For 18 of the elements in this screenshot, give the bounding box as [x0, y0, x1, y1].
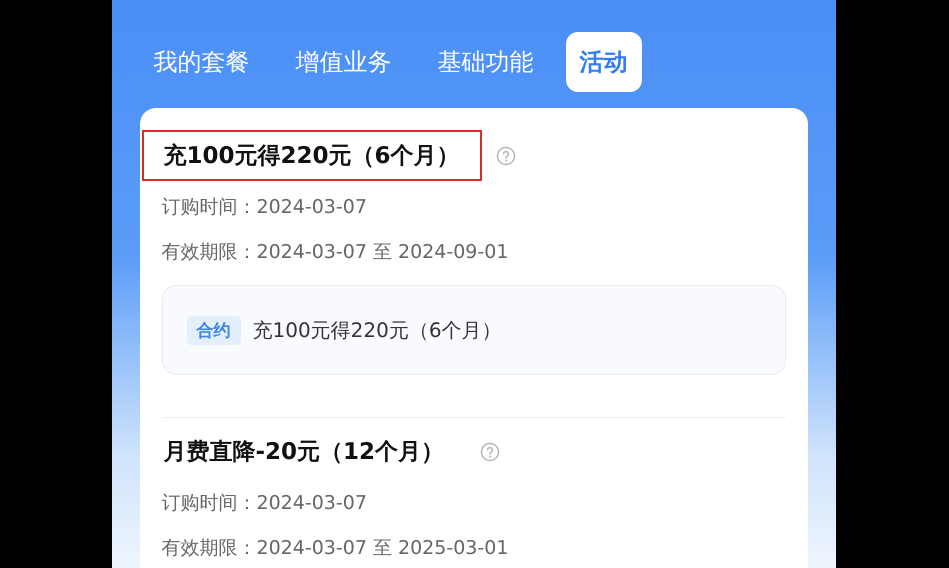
tab[interactable]: 增值业务 [282, 32, 406, 92]
order-date: 2024-03-07 [256, 492, 367, 514]
tab[interactable]: 基础功能 [424, 32, 548, 92]
help-icon[interactable] [480, 442, 500, 462]
tab[interactable]: 我的套餐 [140, 32, 264, 92]
activity-title: 充100元得220元（6个月） [142, 130, 482, 181]
validity-period: 2024-03-07 至 2024-09-01 [256, 241, 508, 263]
order-date: 2024-03-07 [256, 196, 367, 218]
detail-text: 充100元得220元（6个月） [252, 316, 502, 344]
help-icon[interactable] [496, 146, 516, 166]
field-label: 有效期限： [162, 241, 256, 263]
activity-title: 月费直降-20元（12个月） [162, 438, 446, 467]
field-label: 订购时间： [162, 492, 256, 514]
field-label: 有效期限： [162, 537, 256, 559]
contract-tag: 合约 [186, 316, 240, 344]
validity-period: 2024-03-07 至 2025-03-01 [256, 537, 508, 559]
field-label: 订购时间： [162, 196, 256, 218]
tab[interactable]: 活动 [566, 32, 642, 92]
